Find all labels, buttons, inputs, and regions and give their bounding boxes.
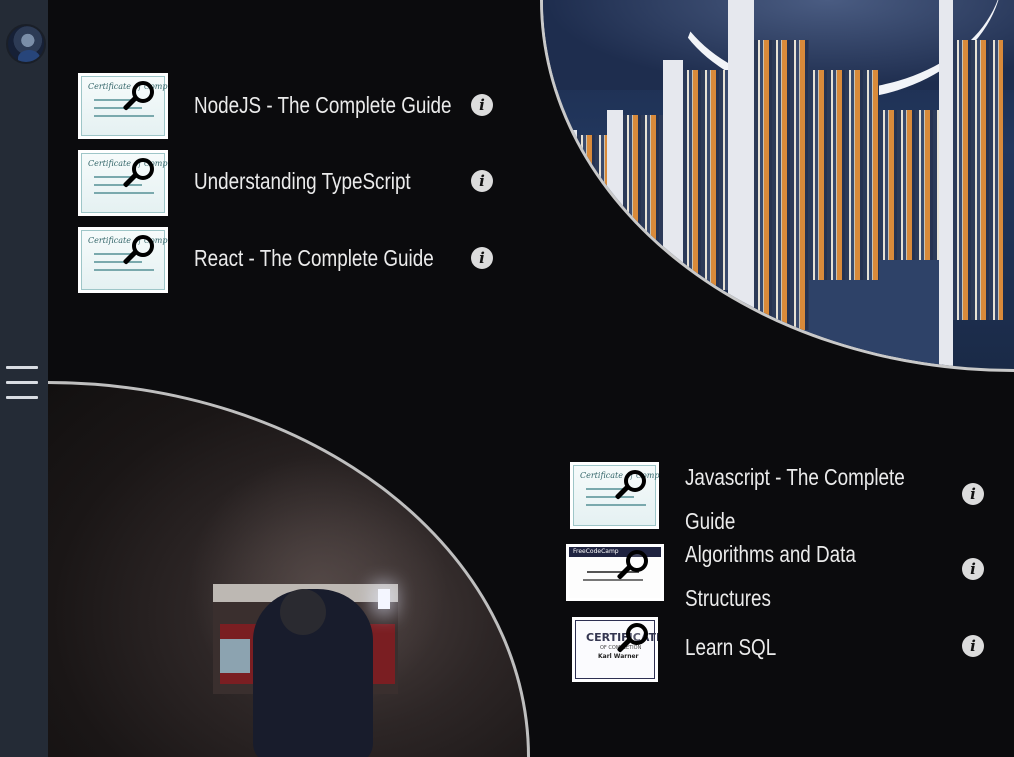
info-icon[interactable]: i [471, 170, 493, 192]
bookshelf [663, 60, 683, 300]
certificate-issuer: FreeCodeCamp [573, 548, 619, 555]
info-icon[interactable]: i [471, 247, 493, 269]
certificate-thumbnail[interactable]: Certificate of Comp [78, 73, 168, 139]
menu-bar [6, 366, 38, 369]
certificate-thumbnail[interactable]: Certificate of Comp [78, 150, 168, 216]
person-head [280, 589, 326, 635]
course-title-line1[interactable]: Algorithms and Data [685, 532, 856, 576]
course-title[interactable]: React - The Complete Guide [194, 236, 434, 280]
certificate-thumbnail[interactable]: FreeCodeCamp [566, 544, 664, 601]
certificate-line [94, 253, 150, 255]
desk-lamp [378, 589, 390, 609]
monitor [220, 639, 250, 673]
books [953, 40, 1003, 320]
certificate-image: Certificate of Comp [81, 230, 168, 290]
info-icon[interactable]: i [962, 635, 984, 657]
certificate-line [587, 571, 639, 573]
certificate-line [94, 99, 150, 101]
info-icon[interactable]: i [962, 483, 984, 505]
course-title-line2[interactable]: Structures [685, 576, 771, 620]
menu-bar [6, 381, 38, 384]
certificate-heading: Certificate of Comp [580, 471, 659, 480]
certificate-name: Karl Warner [598, 653, 639, 660]
bookshelf [563, 130, 577, 250]
certificate-line [583, 579, 643, 581]
certificate-line [586, 488, 642, 490]
certificate-image: FreeCodeCamp [569, 547, 661, 598]
certificate-heading: Certificate of Comp [88, 159, 168, 168]
menu-bar [6, 396, 38, 399]
info-icon[interactable]: i [471, 94, 493, 116]
certificate-image: CERTIFICATE OF COMPLETION Karl Warner [575, 620, 658, 679]
library-photo [540, 0, 1014, 372]
course-title[interactable]: Understanding TypeScript [194, 159, 411, 203]
books [879, 110, 939, 260]
books [754, 40, 809, 330]
certificate-line [94, 115, 154, 117]
certificate-heading: CERTIFICATE [586, 631, 658, 644]
course-title[interactable]: NodeJS - The Complete Guide [194, 83, 452, 127]
certificate-thumbnail[interactable]: CERTIFICATE OF COMPLETION Karl Warner [572, 617, 658, 682]
certificate-line [94, 176, 150, 178]
books [683, 70, 731, 290]
books [809, 70, 879, 280]
books [577, 135, 607, 245]
certificate-line [94, 192, 154, 194]
avatar[interactable] [6, 24, 46, 64]
desk-photo [48, 381, 530, 757]
sidebar [0, 0, 48, 757]
bookshelf [728, 0, 754, 340]
certificate-line [94, 184, 142, 186]
course-title[interactable]: Learn SQL [685, 625, 776, 669]
certificate-thumbnail[interactable]: Certificate of Comp [570, 462, 659, 529]
bookshelf [607, 110, 623, 260]
certificate-image: Certificate of Comp [81, 76, 168, 136]
bookshelf [939, 0, 953, 369]
certificate-heading: Certificate of Comp [88, 236, 168, 245]
certificate-line [94, 107, 142, 109]
certificate-line [586, 504, 646, 506]
certificate-subheading: OF COMPLETION [600, 645, 642, 651]
certificate-heading: Certificate of Comp [88, 82, 168, 91]
course-title-line1[interactable]: Javascript - The Complete [685, 455, 905, 499]
books [623, 115, 663, 255]
certificate-line [586, 496, 634, 498]
certificate-thumbnail[interactable]: Certificate of Comp [78, 227, 168, 293]
hamburger-menu-icon[interactable] [6, 366, 38, 400]
certificate-image: Certificate of Comp [81, 153, 168, 213]
info-icon[interactable]: i [962, 558, 984, 580]
certificate-image: Certificate of Comp [573, 465, 659, 526]
certificate-line [94, 261, 142, 263]
certificate-line [94, 269, 154, 271]
